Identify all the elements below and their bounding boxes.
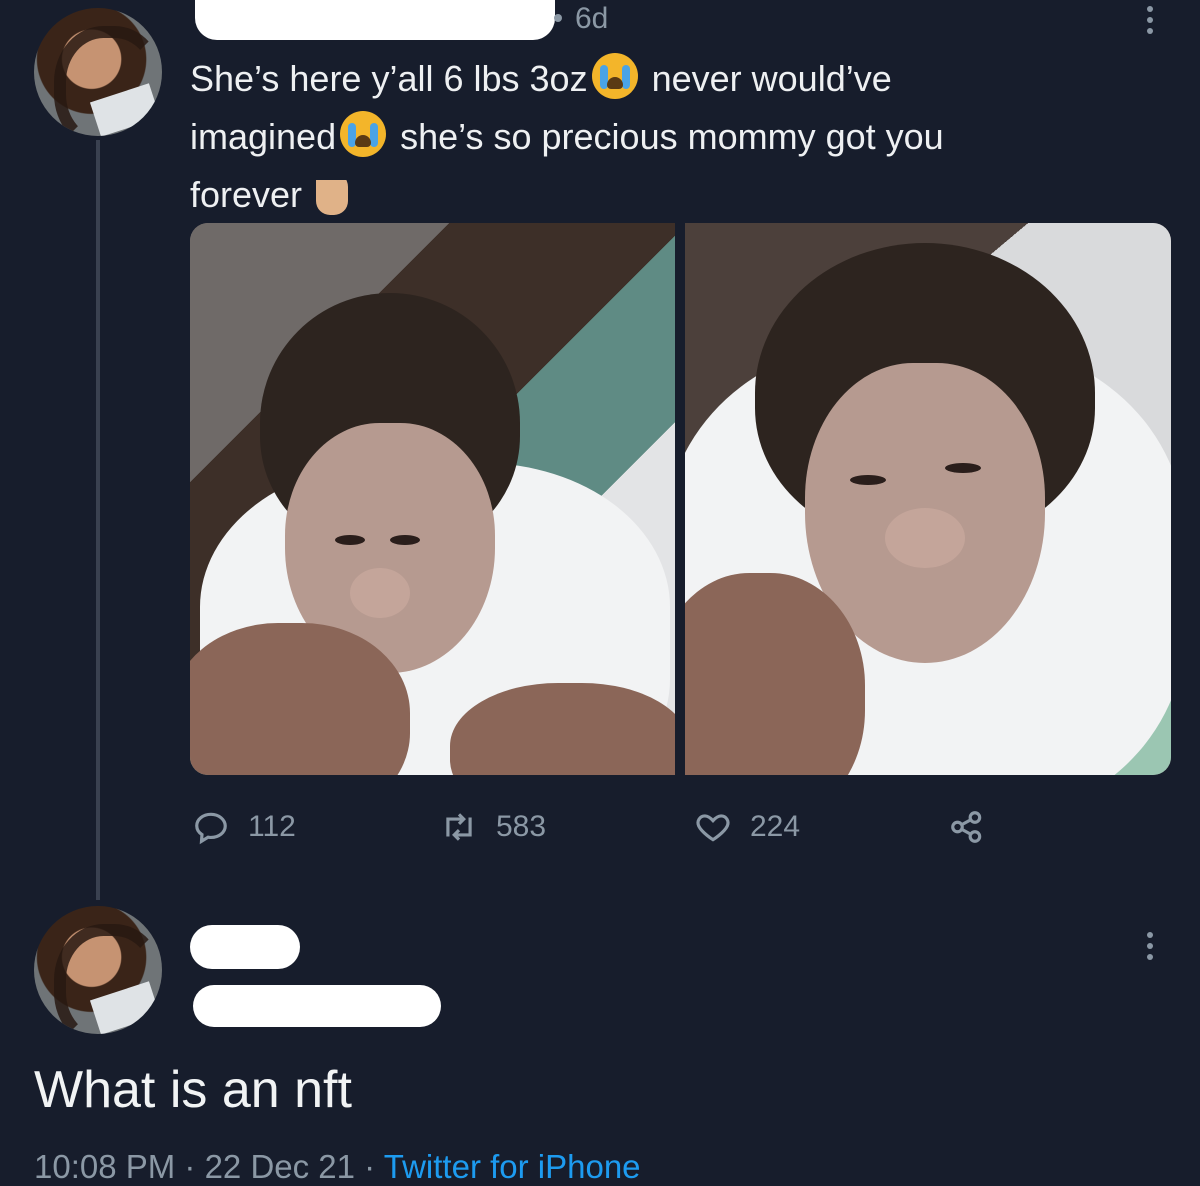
tweet-timestamp[interactable]: 6d: [575, 2, 608, 36]
retweet-action[interactable]: 583: [440, 808, 546, 846]
tweet-text-part: she’s so precious mommy got you: [400, 116, 944, 157]
reply-more-menu-icon[interactable]: [1147, 932, 1153, 960]
reply-text: What is an nft: [34, 1061, 352, 1119]
tweet-text-part: She’s here y’all 6 lbs 3oz: [190, 58, 588, 99]
retweet-count: 583: [496, 810, 547, 843]
like-count: 224: [750, 810, 801, 843]
reply-meta: 10:08 PM · 22 Dec 21 · Twitter for iPhon…: [34, 1148, 641, 1186]
tweet-text-part: forever: [190, 174, 303, 215]
crying-face-icon: [591, 53, 638, 99]
redacted-handle: [193, 985, 441, 1027]
share-icon: [951, 811, 982, 843]
tweet-more-menu-icon[interactable]: [1147, 6, 1153, 34]
redacted-display-name: [190, 925, 300, 969]
reply-count: 112: [248, 810, 296, 843]
separator-dot: [554, 14, 562, 22]
reply-action[interactable]: 112: [192, 808, 296, 846]
share-action[interactable]: [948, 808, 986, 846]
thread-line: [96, 140, 100, 900]
crossed-fingers-icon: [316, 171, 349, 215]
reply-timestamp[interactable]: 10:08 PM · 22 Dec 21 ·: [34, 1148, 384, 1185]
tweet-photo-2[interactable]: [685, 223, 1171, 775]
redacted-username: [195, 0, 555, 40]
tweet-text: She’s here y’all 6 lbs 3oz never would’v…: [190, 50, 1130, 224]
reply-author-avatar[interactable]: [34, 906, 162, 1034]
author-avatar[interactable]: [34, 8, 162, 136]
heart-icon: [696, 814, 730, 842]
tweet-text-part: never would’ve: [651, 58, 892, 99]
reply-icon: [195, 812, 227, 845]
tweet-photo-1[interactable]: [190, 223, 675, 775]
retweet-icon: [446, 813, 472, 841]
tweet-text-part: imagined: [190, 116, 337, 157]
crying-face-icon: [340, 111, 387, 157]
reply-source-link[interactable]: Twitter for iPhone: [384, 1148, 641, 1185]
like-action[interactable]: 224: [694, 808, 800, 846]
